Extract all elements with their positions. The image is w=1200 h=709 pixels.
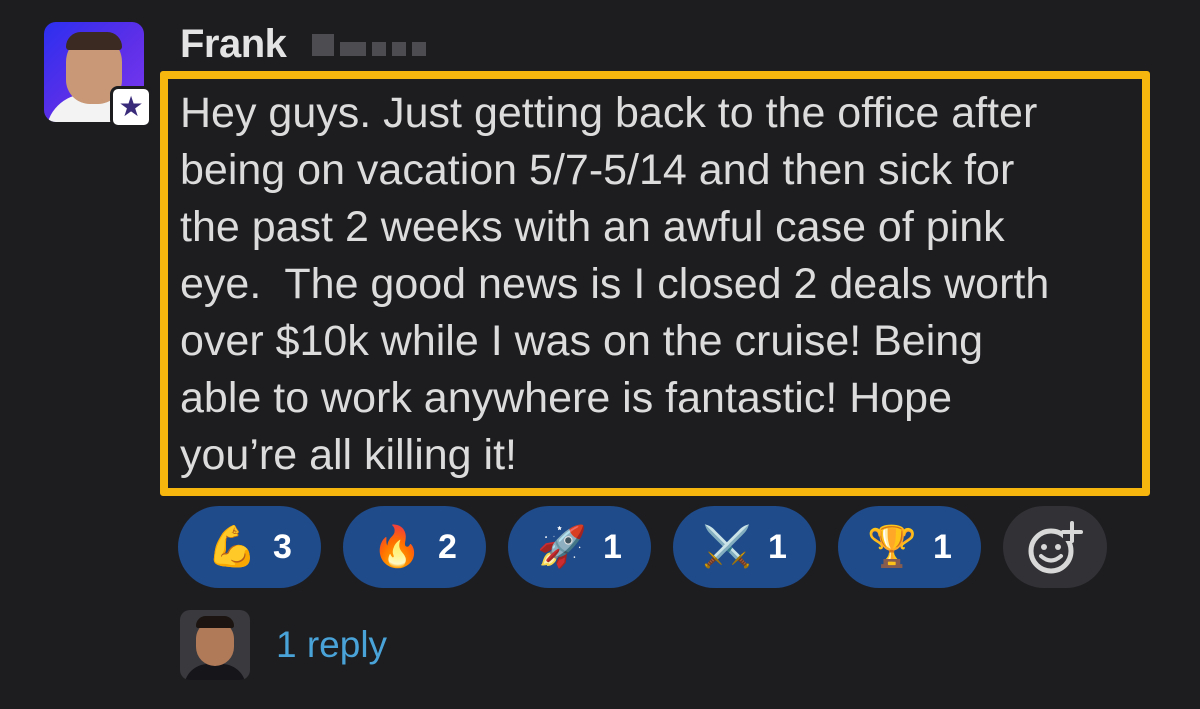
author-avatar-group[interactable]: ★ xyxy=(44,22,152,128)
replier-avatar[interactable] xyxy=(180,610,250,680)
rocket-icon: 🚀 xyxy=(537,524,587,570)
reaction-count: 3 xyxy=(272,527,292,566)
trophy-icon: 🏆 xyxy=(867,524,917,570)
reaction-trophy[interactable]: 🏆 1 xyxy=(838,506,981,588)
reaction-fire[interactable]: 🔥 2 xyxy=(343,506,486,588)
redacted-timestamp xyxy=(312,34,426,56)
star-badge-icon: ★ xyxy=(110,86,152,128)
add-reaction-button[interactable] xyxy=(1003,506,1107,588)
add-emoji-icon xyxy=(1028,521,1083,574)
message-text: Hey guys. Just getting back to the offic… xyxy=(180,89,1050,479)
reaction-count: 2 xyxy=(437,527,457,566)
author-name[interactable]: Frank xyxy=(180,22,287,67)
reaction-flexed-biceps[interactable]: 💪 3 xyxy=(178,506,321,588)
reaction-count: 1 xyxy=(932,527,952,566)
reply-count-link[interactable]: 1 reply xyxy=(276,624,387,666)
flexed-biceps-icon: 💪 xyxy=(207,524,257,570)
reaction-rocket[interactable]: 🚀 1 xyxy=(508,506,651,588)
fire-icon: 🔥 xyxy=(372,524,422,570)
crossed-swords-icon: ⚔️ xyxy=(702,524,752,570)
thread-replies: 1 reply xyxy=(180,610,387,680)
reactions-bar: 💪 3 🔥 2 🚀 1 ⚔️ 1 🏆 1 xyxy=(178,506,1107,588)
reaction-crossed-swords[interactable]: ⚔️ 1 xyxy=(673,506,816,588)
reaction-count: 1 xyxy=(767,527,787,566)
reaction-count: 1 xyxy=(602,527,622,566)
